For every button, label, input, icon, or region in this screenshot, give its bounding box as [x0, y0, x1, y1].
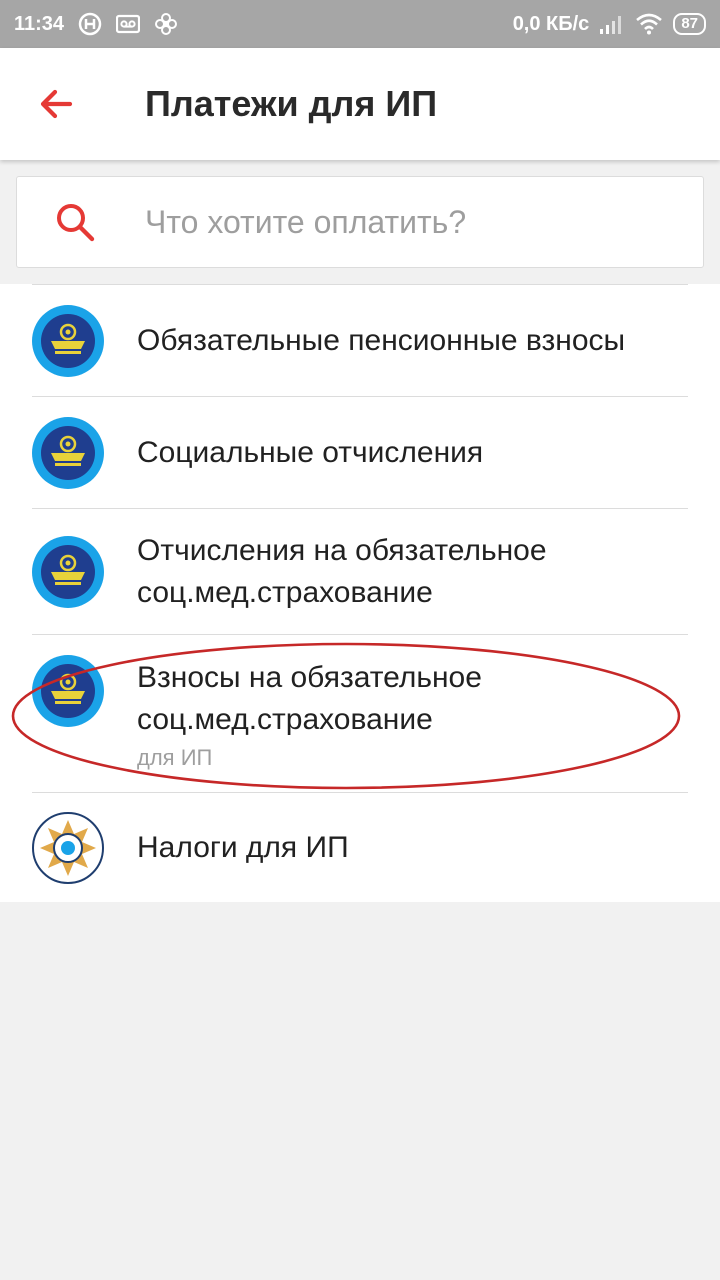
item-title: Взносы на обязательное соц.мед.страхован… [137, 660, 482, 736]
fund-emblem-icon [32, 535, 104, 608]
page-title: Платежи для ИП [145, 83, 438, 124]
item-title: Отчисления на обязательное соц.мед.страх… [137, 533, 547, 609]
search-icon[interactable] [17, 200, 129, 244]
wifi-icon [635, 13, 663, 35]
signal-icon [599, 13, 625, 35]
list-item[interactable]: Взносы на обязательное соц.мед.страхован… [32, 634, 688, 792]
search-area [0, 160, 720, 284]
item-title: Социальные отчисления [137, 435, 484, 469]
network-speed: 0,0 КБ/с [512, 12, 590, 35]
item-title: Обязательные пенсионные взносы [137, 323, 626, 357]
tax-emblem-icon [32, 811, 104, 884]
list-item[interactable]: Социальные отчисления [32, 396, 688, 508]
item-subtitle: для ИП [137, 744, 213, 770]
status-bar: 11:34 0,0 КБ/с 87 [0, 0, 720, 48]
list-item[interactable]: Отчисления на обязательное соц.мед.страх… [32, 508, 688, 634]
voicemail-icon [116, 14, 141, 34]
payment-list: Обязательные пенсионные взносы Социальны… [0, 284, 720, 902]
pinwheel-icon [154, 12, 178, 36]
list-item[interactable]: Обязательные пенсионные взносы [32, 284, 688, 396]
android-head-icon [78, 12, 102, 36]
fund-emblem-icon [32, 304, 104, 377]
fund-emblem-icon [32, 416, 104, 489]
arrow-left-icon [40, 89, 73, 119]
back-button[interactable] [0, 48, 112, 160]
search-input[interactable] [145, 203, 685, 241]
app-bar: Платежи для ИП [0, 48, 720, 160]
fund-emblem-icon [32, 655, 104, 727]
list-item[interactable]: Налоги для ИП [32, 792, 688, 902]
status-time: 11:34 [14, 12, 65, 35]
battery-icon: 87 [673, 13, 706, 35]
search-box[interactable] [16, 176, 704, 268]
item-title: Налоги для ИП [137, 830, 349, 864]
